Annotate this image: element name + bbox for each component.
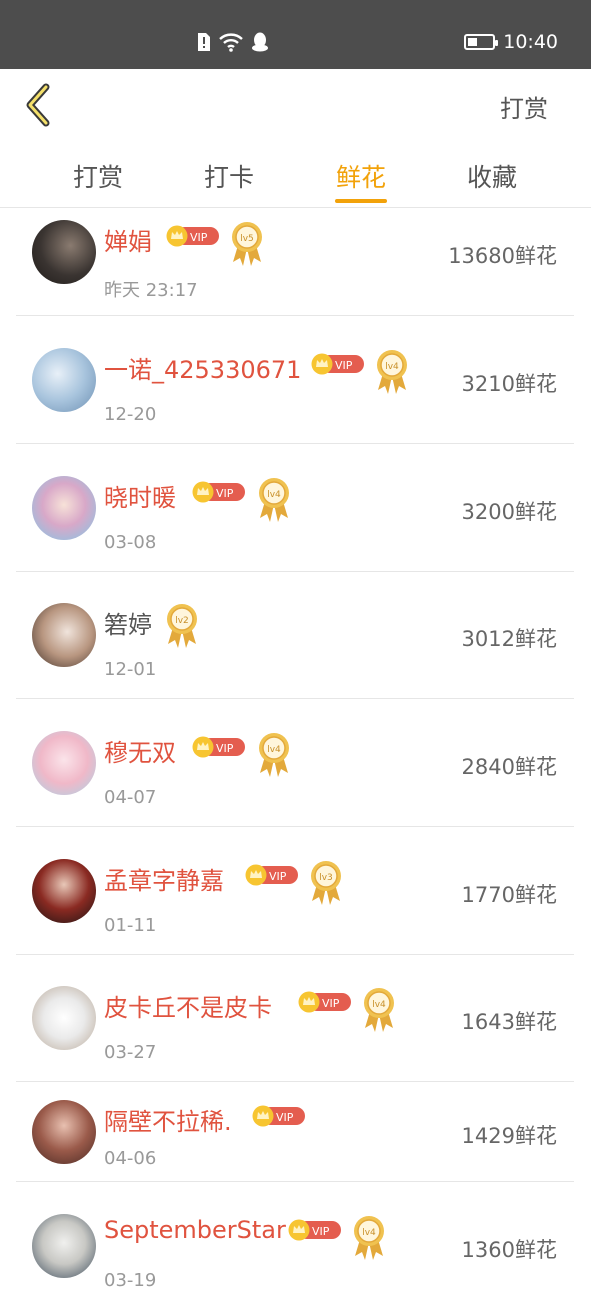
avatar[interactable] bbox=[32, 603, 96, 667]
avatar[interactable] bbox=[32, 220, 96, 284]
nav-bar: 打赏 bbox=[0, 69, 591, 139]
level-medal-icon: lv4 bbox=[259, 733, 289, 777]
flower-amount: 3200鲜花 bbox=[461, 500, 557, 524]
list-date: 03-19 bbox=[104, 1270, 157, 1291]
svg-text:VIP: VIP bbox=[335, 359, 353, 372]
svg-text:lv4: lv4 bbox=[267, 745, 281, 755]
list-date: 01-11 bbox=[104, 915, 157, 936]
level-medal-icon: lv4 bbox=[354, 1216, 384, 1260]
chevron-left-icon bbox=[26, 83, 50, 127]
svg-text:lv4: lv4 bbox=[267, 490, 281, 500]
tab-bar: 打赏 打卡 鲜花 收藏 bbox=[0, 139, 591, 208]
list-item[interactable]: SeptemberStar VIP lv4 03-19 1360鲜花 bbox=[16, 1182, 574, 1292]
tab-active-indicator bbox=[335, 199, 387, 203]
svg-text:VIP: VIP bbox=[312, 1225, 330, 1238]
list-item[interactable]: 一诺_425330671 VIP lv4 12-20 3210鲜花 bbox=[16, 316, 574, 444]
user-name[interactable]: 晓时暖 bbox=[104, 478, 176, 513]
flower-amount: 2840鲜花 bbox=[461, 755, 557, 779]
level-medal-icon: lv4 bbox=[377, 350, 407, 394]
level-medal-icon: lv3 bbox=[311, 861, 341, 905]
list-date: 04-07 bbox=[104, 787, 157, 808]
flower-amount: 3210鲜花 bbox=[461, 372, 557, 396]
flower-amount: 1643鲜花 bbox=[461, 1010, 557, 1034]
svg-text:VIP: VIP bbox=[190, 231, 208, 244]
flower-amount: 1360鲜花 bbox=[461, 1238, 557, 1262]
list-date: 04-06 bbox=[104, 1148, 157, 1169]
vip-badge: VIP bbox=[245, 864, 298, 886]
user-name[interactable]: 婵娟 bbox=[104, 222, 152, 257]
svg-text:lv4: lv4 bbox=[362, 1228, 376, 1238]
user-name[interactable]: 孟章字静嘉 bbox=[104, 861, 224, 896]
avatar[interactable] bbox=[32, 859, 96, 923]
wifi-icon bbox=[219, 33, 243, 52]
avatar[interactable] bbox=[32, 1100, 96, 1164]
svg-text:VIP: VIP bbox=[322, 997, 340, 1010]
svg-text:VIP: VIP bbox=[216, 487, 234, 500]
avatar[interactable] bbox=[32, 731, 96, 795]
vip-badge: VIP bbox=[311, 353, 364, 375]
level-medal-icon: lv2 bbox=[167, 604, 197, 648]
vip-badge: VIP bbox=[166, 225, 219, 247]
svg-text:VIP: VIP bbox=[216, 742, 234, 755]
user-name[interactable]: 穆无双 bbox=[104, 733, 176, 768]
status-right: 10:40 bbox=[464, 31, 558, 53]
list-item[interactable]: 孟章字静嘉 VIP lv3 01-11 1770鲜花 bbox=[16, 827, 574, 955]
status-time: 10:40 bbox=[503, 31, 558, 53]
svg-text:lv5: lv5 bbox=[240, 234, 254, 244]
tab-favorites[interactable]: 收藏 bbox=[452, 158, 532, 194]
list-date: 昨天 23:17 bbox=[104, 280, 198, 301]
level-medal-icon: lv5 bbox=[232, 222, 262, 266]
flower-amount: 1429鲜花 bbox=[461, 1124, 557, 1148]
back-button[interactable] bbox=[22, 83, 58, 127]
list-item[interactable]: 婵娟 VIP lv5 昨天 23:17 13680鲜花 bbox=[16, 208, 574, 316]
list-item[interactable]: 箬婷 lv2 12-01 3012鲜花 bbox=[16, 572, 574, 699]
list-item[interactable]: 穆无双 VIP lv4 04-07 2840鲜花 bbox=[16, 699, 574, 827]
level-medal-icon: lv4 bbox=[364, 988, 394, 1032]
vip-badge: VIP bbox=[288, 1219, 341, 1241]
user-name[interactable]: SeptemberStar bbox=[104, 1216, 286, 1244]
vip-badge: VIP bbox=[192, 736, 245, 758]
svg-text:lv4: lv4 bbox=[385, 362, 399, 372]
list-item[interactable]: 皮卡丘不是皮卡 VIP lv4 03-27 1643鲜花 bbox=[16, 955, 574, 1082]
qq-icon bbox=[252, 32, 268, 52]
avatar[interactable] bbox=[32, 348, 96, 412]
user-name[interactable]: 隔壁不拉稀. bbox=[104, 1102, 232, 1137]
flower-amount: 1770鲜花 bbox=[461, 883, 557, 907]
status-icons bbox=[196, 32, 269, 52]
vip-badge: VIP bbox=[192, 481, 245, 503]
list-date: 12-01 bbox=[104, 659, 157, 680]
battery-icon bbox=[464, 34, 499, 50]
level-medal-icon: lv4 bbox=[259, 478, 289, 522]
svg-text:lv2: lv2 bbox=[175, 616, 189, 626]
list-date: 03-08 bbox=[104, 532, 157, 553]
flower-amount: 13680鲜花 bbox=[448, 244, 557, 268]
status-bar: 10:40 bbox=[0, 0, 591, 69]
svg-text:lv4: lv4 bbox=[372, 1000, 386, 1010]
svg-text:VIP: VIP bbox=[269, 870, 287, 883]
svg-text:lv3: lv3 bbox=[319, 873, 333, 883]
flower-amount: 3012鲜花 bbox=[461, 627, 557, 651]
list-item[interactable]: 隔壁不拉稀. VIP 04-06 1429鲜花 bbox=[16, 1082, 574, 1182]
list-item[interactable]: 晓时暖 VIP lv4 03-08 3200鲜花 bbox=[16, 444, 574, 572]
user-name[interactable]: 箬婷 bbox=[104, 605, 152, 640]
list-date: 03-27 bbox=[104, 1042, 157, 1063]
reward-action-button[interactable]: 打赏 bbox=[500, 89, 548, 124]
user-name[interactable]: 一诺_425330671 bbox=[104, 350, 301, 385]
sim-alert-icon bbox=[198, 33, 210, 51]
avatar[interactable] bbox=[32, 476, 96, 540]
vip-badge: VIP bbox=[252, 1105, 305, 1127]
list-date: 12-20 bbox=[104, 404, 157, 425]
tab-flowers[interactable]: 鲜花 bbox=[321, 158, 401, 194]
avatar[interactable] bbox=[32, 1214, 96, 1278]
avatar[interactable] bbox=[32, 986, 96, 1050]
svg-text:VIP: VIP bbox=[276, 1111, 294, 1124]
tab-reward[interactable]: 打赏 bbox=[58, 158, 138, 194]
tab-checkin[interactable]: 打卡 bbox=[189, 158, 269, 194]
user-name[interactable]: 皮卡丘不是皮卡 bbox=[104, 988, 272, 1023]
vip-badge: VIP bbox=[298, 991, 351, 1013]
